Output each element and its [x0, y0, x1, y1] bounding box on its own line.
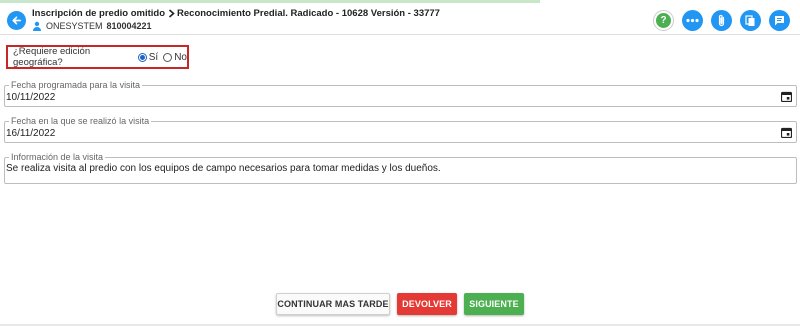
scheduled-date-value: 10/11/2022	[6, 92, 56, 103]
radio-no-unselected-icon	[163, 52, 173, 62]
continue-later-button[interactable]: CONTINUAR MAS TARDE	[276, 293, 390, 315]
return-button[interactable]: DEVOLVER	[397, 293, 457, 315]
help-button[interactable]: ?	[653, 10, 674, 31]
radio-no-label: No	[174, 51, 187, 63]
copy-document-icon	[745, 14, 755, 26]
user-id: 810004221	[106, 21, 152, 31]
visit-info-textarea[interactable]: Información de la visita Se realiza visi…	[4, 152, 797, 184]
breadcrumb-item-process[interactable]: Inscripción de predio omitido	[32, 8, 165, 19]
back-button[interactable]	[7, 11, 26, 30]
breadcrumb-item-current: Reconocimiento Predial. Radicado - 10628…	[177, 8, 440, 19]
performed-date-value: 16/11/2022	[6, 128, 56, 139]
user-name: ONESYSTEM	[46, 21, 103, 31]
user-info: ONESYSTEM 810004221	[32, 21, 152, 31]
radio-yes[interactable]: Sí	[137, 51, 159, 63]
performed-date-label: Fecha en la que se realizó la visita	[9, 116, 152, 126]
more-dots-icon	[686, 18, 699, 23]
next-button[interactable]: SIGUIENTE	[464, 293, 524, 315]
geo-question-label: ¿Requiere edición geográfica?	[13, 46, 91, 68]
chevron-right-icon	[165, 9, 177, 18]
radio-yes-label: Sí	[148, 51, 159, 63]
performed-date-field[interactable]: Fecha en la que se realizó la visita 16/…	[4, 116, 797, 143]
help-icon: ?	[656, 13, 671, 28]
copy-button[interactable]	[740, 10, 761, 31]
breadcrumb: Inscripción de predio omitido Reconocimi…	[32, 8, 440, 19]
header-actions: ?	[653, 10, 790, 31]
attachment-icon	[718, 14, 725, 27]
geo-edit-question: ¿Requiere edición geográfica? Sí No	[6, 45, 189, 69]
scheduled-date-field[interactable]: Fecha programada para la visita 10/11/20…	[4, 80, 797, 107]
back-arrow-icon	[12, 16, 21, 25]
user-icon	[33, 21, 41, 31]
radio-yes-selected-icon	[137, 52, 147, 62]
calendar-icon[interactable]	[781, 91, 792, 102]
more-options-button[interactable]	[682, 10, 703, 31]
visit-info-value: Se realiza visita al predio con los equi…	[6, 163, 441, 174]
calendar-icon[interactable]	[781, 127, 792, 138]
attachments-button[interactable]	[711, 10, 732, 31]
radio-no[interactable]: No	[163, 52, 187, 63]
scheduled-date-label: Fecha programada para la visita	[9, 80, 143, 90]
comments-button[interactable]	[769, 10, 790, 31]
page-header: Inscripción de predio omitido Reconocimi…	[0, 3, 800, 35]
visit-info-label: Información de la visita	[9, 152, 106, 162]
comments-icon	[775, 16, 784, 26]
